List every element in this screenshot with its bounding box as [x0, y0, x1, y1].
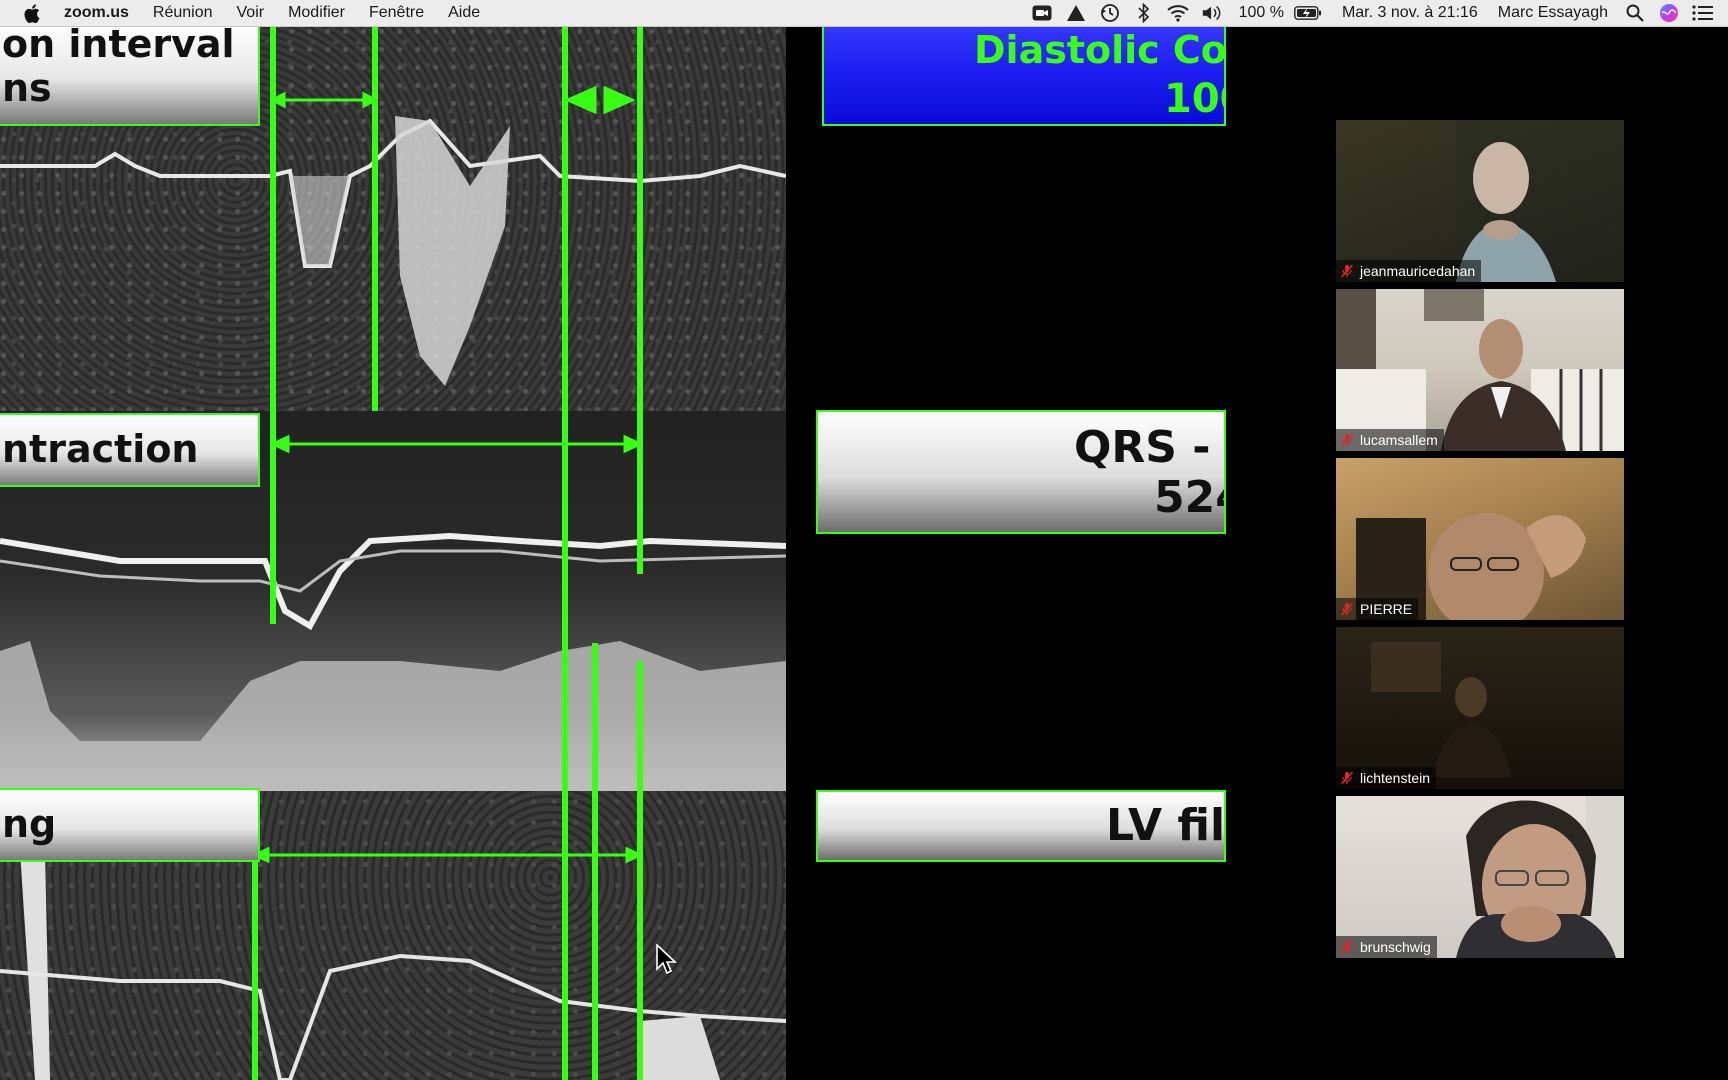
participant-video	[1336, 289, 1624, 451]
muted-mic-icon	[1340, 433, 1354, 447]
wifi-icon[interactable]	[1166, 2, 1189, 24]
warning-triangle-icon[interactable]	[1065, 2, 1087, 24]
zoom-status-icon[interactable]	[1031, 2, 1053, 24]
echo-label-bottom: ng	[0, 788, 260, 862]
battery-percentage: 100 %	[1238, 4, 1284, 21]
participant-name-tag: brunschwig	[1336, 936, 1437, 958]
volume-icon[interactable]	[1201, 2, 1223, 24]
diastolic-box-line2: 100	[1164, 76, 1224, 122]
participant-name: lucamsallem	[1360, 432, 1438, 448]
lv-filling-box: LV fil	[816, 790, 1226, 862]
siri-icon[interactable]	[1658, 2, 1680, 24]
participant-video	[1336, 627, 1624, 789]
participant-tile[interactable]: lichtenstein	[1336, 627, 1624, 789]
participant-name-tag: lucamsallem	[1336, 429, 1444, 451]
muted-mic-icon	[1340, 264, 1354, 278]
muted-mic-icon	[1340, 940, 1354, 954]
menu-fenetre[interactable]: Fenêtre	[357, 0, 436, 26]
bluetooth-icon[interactable]	[1133, 2, 1155, 24]
qrs-box-line2: 524	[1154, 472, 1224, 523]
mouse-cursor-icon	[656, 944, 678, 975]
muted-mic-icon	[1340, 602, 1354, 616]
participant-tile[interactable]: PIERRE	[1336, 458, 1624, 620]
menu-modifier[interactable]: Modifier	[276, 0, 357, 26]
menu-aide[interactable]: Aide	[436, 0, 492, 26]
apple-menu-icon[interactable]	[22, 3, 42, 23]
echo-label-middle: ntraction	[0, 413, 260, 487]
shared-screen-echo: on interval ns ntraction ng	[0, 26, 786, 1080]
muted-mic-icon	[1340, 771, 1354, 785]
participant-video	[1336, 796, 1624, 958]
time-machine-icon[interactable]	[1099, 2, 1121, 24]
participant-name: lichtenstein	[1360, 770, 1431, 786]
menu-bar: zoom.us Réunion Voir Modifier Fenêtre Ai…	[0, 0, 1728, 27]
echo-label-middle-text: ntraction	[2, 427, 199, 471]
menu-app-zoom[interactable]: zoom.us	[64, 0, 141, 26]
menu-reunion[interactable]: Réunion	[141, 0, 225, 26]
participant-tile[interactable]: lucamsallem	[1336, 289, 1624, 451]
participant-tile[interactable]: jeanmauricedahan	[1336, 120, 1624, 282]
battery-icon[interactable]	[1294, 2, 1322, 24]
measurement-overlay	[251, 26, 644, 1080]
participant-name: jeanmauricedahan	[1360, 263, 1476, 279]
echo-label-bottom-text: ng	[2, 802, 57, 846]
participant-name: PIERRE	[1360, 601, 1413, 617]
qrs-box: QRS - 524	[816, 410, 1226, 534]
menu-voir[interactable]: Voir	[225, 0, 277, 26]
menubar-clock[interactable]: Mar. 3 nov. à 21:16	[1342, 4, 1478, 22]
participant-name-tag: PIERRE	[1336, 598, 1419, 620]
shared-screen-right: Diastolic Co 100 QRS - 524 LV fil	[786, 26, 1226, 1080]
participant-video	[1336, 120, 1624, 282]
echo-label-top-line2: ns	[2, 66, 52, 110]
diastolic-box: Diastolic Co 100	[822, 26, 1226, 126]
menubar-user-name[interactable]: Marc Essayagh	[1498, 4, 1608, 22]
qrs-box-line1: QRS -	[1074, 422, 1211, 473]
notification-center-icon[interactable]	[1692, 2, 1714, 24]
echo-label-top-line1: on interval	[2, 26, 235, 66]
diastolic-box-line1: Diastolic Co	[974, 28, 1226, 72]
participant-name-tag: lichtenstein	[1336, 767, 1437, 789]
participant-tile[interactable]: brunschwig	[1336, 796, 1624, 958]
participant-name-tag: jeanmauricedahan	[1336, 260, 1482, 282]
participant-video	[1336, 458, 1624, 620]
lv-filling-box-text: LV fil	[1106, 800, 1226, 851]
participant-name: brunschwig	[1360, 939, 1431, 955]
echo-label-top: on interval ns	[0, 26, 260, 126]
spotlight-search-icon[interactable]	[1624, 2, 1646, 24]
